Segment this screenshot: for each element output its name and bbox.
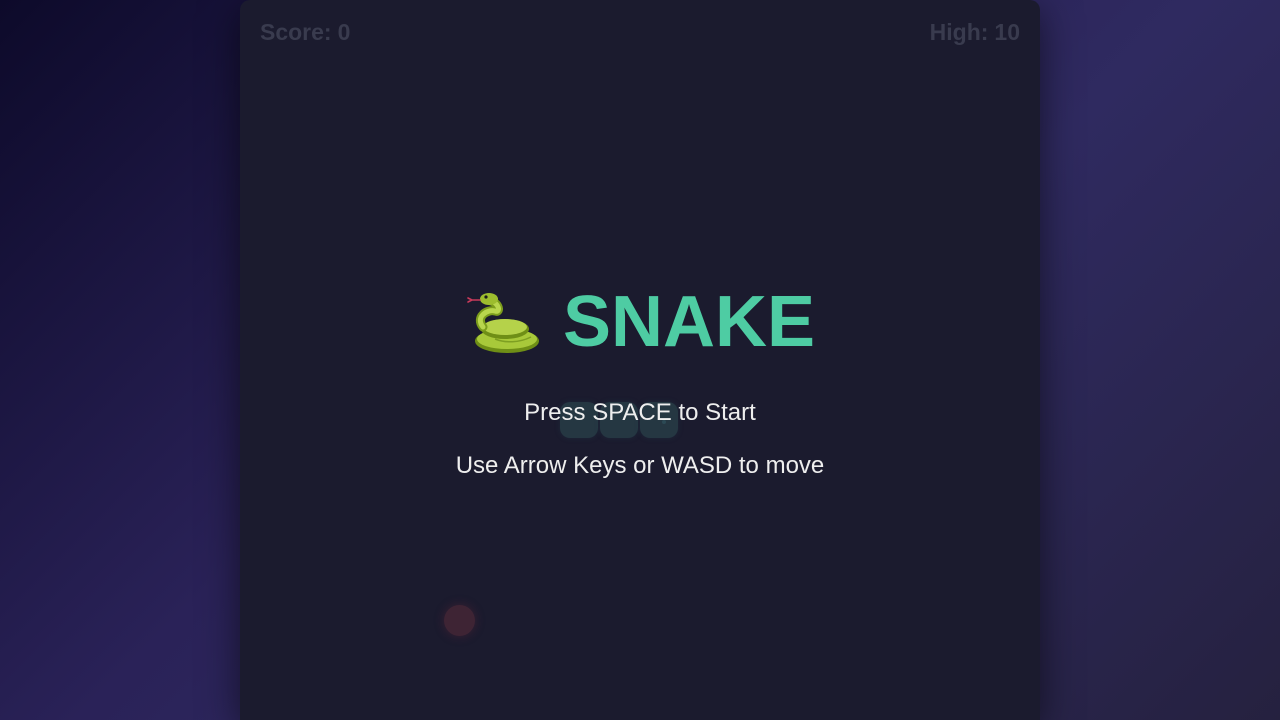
start-overlay: SNAKE Press SPACE to Start Use Arrow Key… xyxy=(240,0,1040,720)
game-board[interactable]: Score: 0 High: 10 SNAKE Press SPACE to S… xyxy=(240,0,1040,720)
start-prompt: Press SPACE to Start xyxy=(524,399,756,426)
controls-hint: Use Arrow Keys or WASD to move xyxy=(455,452,825,479)
title-text: SNAKE xyxy=(562,282,816,362)
game-title: SNAKE xyxy=(240,282,1040,362)
snake-icon xyxy=(465,287,543,357)
